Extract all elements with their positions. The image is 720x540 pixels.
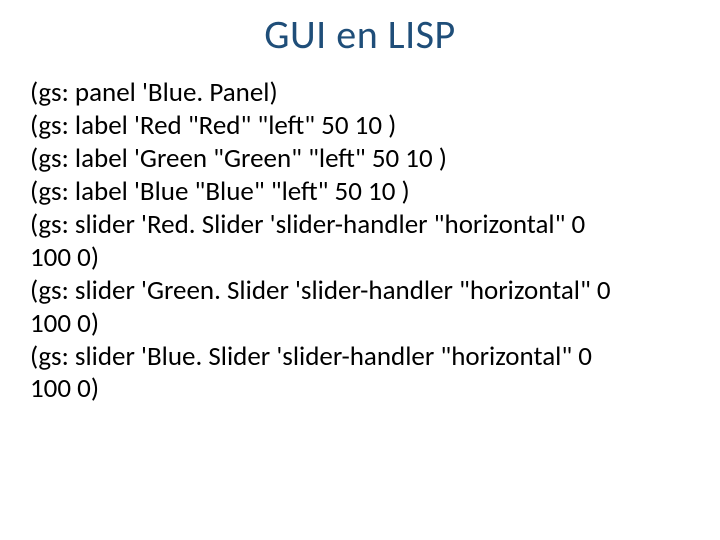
code-line: 100 0) bbox=[30, 308, 690, 341]
code-block: (gs: panel 'Blue. Panel) (gs: label 'Red… bbox=[30, 77, 690, 406]
code-line: (gs: slider 'Red. Slider 'slider-handler… bbox=[30, 209, 690, 242]
code-line: (gs: slider 'Blue. Slider 'slider-handle… bbox=[30, 341, 690, 374]
code-line: 100 0) bbox=[30, 242, 690, 275]
code-line: 100 0) bbox=[30, 373, 690, 406]
slide: GUI en LISP (gs: panel 'Blue. Panel) (gs… bbox=[0, 0, 720, 540]
code-line: (gs: label 'Blue "Blue" "left" 50 10 ) bbox=[30, 176, 690, 209]
code-line: (gs: panel 'Blue. Panel) bbox=[30, 77, 690, 110]
slide-title: GUI en LISP bbox=[30, 10, 690, 59]
code-line: (gs: slider 'Green. Slider 'slider-handl… bbox=[30, 275, 690, 308]
code-line: (gs: label 'Green "Green" "left" 50 10 ) bbox=[30, 143, 690, 176]
code-line: (gs: label 'Red "Red" "left" 50 10 ) bbox=[30, 110, 690, 143]
